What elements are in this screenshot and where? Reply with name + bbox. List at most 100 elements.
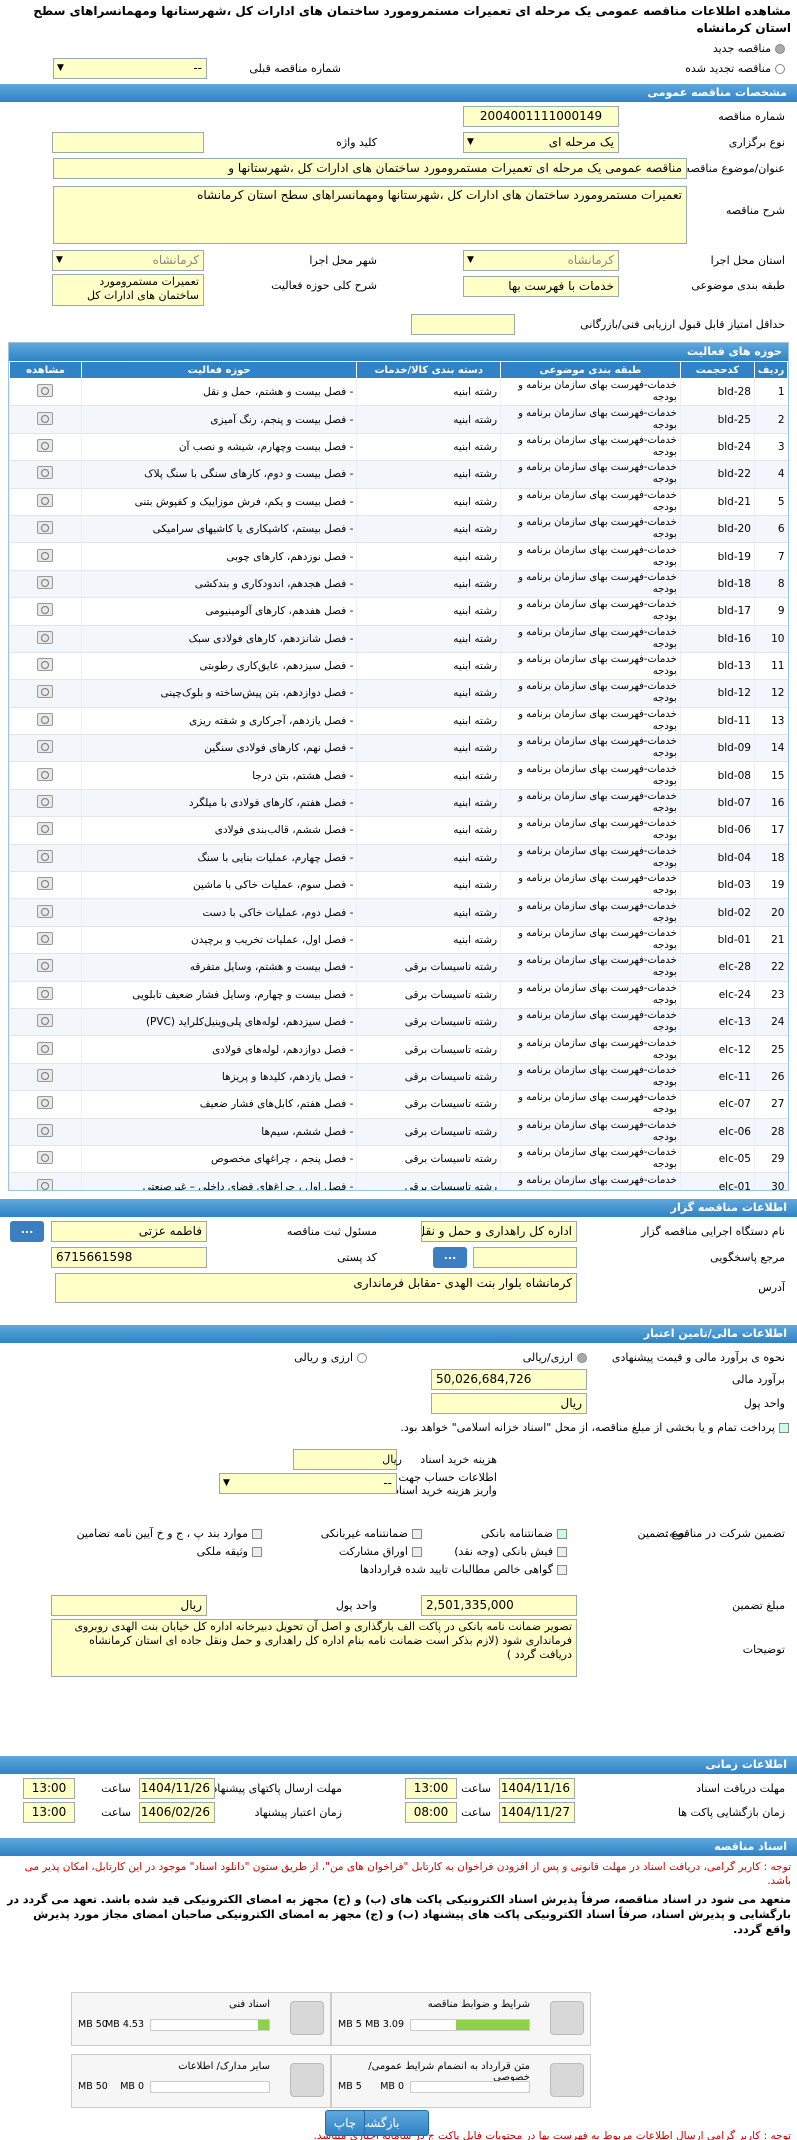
city-select[interactable]: کرمانشاه ▼ [52, 250, 204, 271]
checkbox-icon [557, 1547, 567, 1557]
magnifier-icon[interactable] [37, 767, 54, 781]
renewed-tender-option[interactable]: مناقصه تجدید شده [685, 62, 785, 75]
magnifier-icon[interactable] [37, 849, 54, 863]
magnifier-icon[interactable] [37, 1123, 54, 1137]
document-item[interactable]: اسناد فنی 50 MB 4.53 MB [71, 1992, 331, 2046]
new-tender-option[interactable]: مناقصه جدید [713, 42, 785, 55]
table-cell: - فصل یازدهم، آجرکاری و شفته ریزی [80, 707, 357, 736]
desc-field[interactable]: تعمیرات مستمرومورد ساختمان های ادارات کل… [53, 186, 687, 244]
table-cell: خدمات-فهرست بهای سازمان برنامه و بودجه [500, 953, 681, 982]
magnifier-icon[interactable] [37, 1096, 54, 1110]
magnifier-icon[interactable] [37, 822, 54, 836]
gamount-field[interactable]: 2,501,335,000 [421, 1595, 577, 1616]
province-select[interactable]: کرمانشاه ▼ [463, 250, 619, 271]
cur-field[interactable]: ریال [431, 1393, 587, 1414]
tender-number-field[interactable]: 2004001111000149 [463, 106, 619, 127]
doc-recv-time[interactable]: 13:00 [405, 1778, 457, 1799]
magnifier-icon[interactable] [37, 795, 54, 809]
document-item[interactable]: شرایط و ضوابط مناقصه 5 MB 3.09 MB [331, 1992, 591, 2046]
magnifier-icon[interactable] [37, 493, 54, 507]
send-date[interactable]: 1404/11/26 [139, 1778, 215, 1799]
subject-field[interactable]: مناقصه عمومی یک مرحله ای تعمیرات مستمروم… [53, 158, 687, 179]
g4-option[interactable]: فیش بانکی (وجه نقد) [454, 1545, 567, 1558]
gcur-field[interactable]: ریال [51, 1595, 207, 1616]
scope-field[interactable]: تعمیرات مستمرومورد ساختمان های ادارات کل [52, 274, 204, 306]
type-select[interactable]: یک مرحله ای ▼ [463, 132, 619, 153]
resp-field[interactable]: فاطمه عزتی [51, 1221, 207, 1242]
keyword-field[interactable] [52, 132, 204, 153]
ref-lookup-button[interactable]: ... [433, 1247, 467, 1268]
gamount-label: مبلغ تضمین [732, 1599, 785, 1612]
g3-option[interactable]: موارد بند پ ، ج و خ آیین نامه تضامین [77, 1527, 262, 1540]
size-progress [150, 2081, 270, 2093]
valid-date[interactable]: 1406/02/26 [139, 1802, 215, 1823]
g1-option[interactable]: ضمانتنامه بانکی [481, 1527, 567, 1540]
print-button[interactable]: چاپ [325, 2110, 365, 2136]
g2-option[interactable]: ضمانتنامه غیربانکی [321, 1527, 422, 1540]
valid-time[interactable]: 13:00 [23, 1802, 75, 1823]
table-cell: elc-01 [679, 1172, 755, 1190]
magnifier-icon[interactable] [37, 1041, 54, 1055]
magnifier-icon[interactable] [37, 466, 54, 480]
g7-label: گواهی خالص مطالبات تایید شده قراردادها [359, 1563, 553, 1576]
postal-field[interactable]: 6715661598 [51, 1247, 207, 1268]
magnifier-icon[interactable] [37, 603, 54, 617]
category-field[interactable]: خدمات با فهرست بها [463, 276, 619, 297]
magnifier-icon[interactable] [37, 685, 54, 699]
document-item[interactable]: سایر مدارک/ اطلاعات 50 MB 0 MB [71, 2054, 331, 2108]
method-option-2[interactable]: ارزی و ریالی [294, 1351, 367, 1364]
est-field[interactable]: 50,026,684,726 [431, 1369, 587, 1390]
table-cell: خدمات-فهرست بهای سازمان برنامه و بودجه [500, 652, 681, 681]
send-time[interactable]: 13:00 [23, 1778, 75, 1799]
magnifier-icon[interactable] [37, 548, 54, 562]
open-date[interactable]: 1404/11/27 [499, 1802, 575, 1823]
magnifier-icon[interactable] [37, 986, 54, 1000]
number-label: شماره مناقصه [718, 110, 785, 123]
acct-select[interactable]: -- ▼ [219, 1473, 397, 1494]
doc-recv-date[interactable]: 1404/11/16 [499, 1778, 575, 1799]
magnifier-icon[interactable] [37, 712, 54, 726]
open-time[interactable]: 08:00 [405, 1802, 457, 1823]
magnifier-icon[interactable] [37, 1014, 54, 1028]
table-row: 5 bld-21 خدمات-فهرست بهای سازمان برنامه و … [9, 488, 788, 516]
ref-field[interactable] [473, 1247, 577, 1268]
magnifier-icon[interactable] [37, 630, 54, 644]
org-field[interactable]: اداره کل راهداری و حمل و نقل جاده ای [421, 1221, 577, 1242]
magnifier-icon[interactable] [37, 658, 54, 672]
minscore-field[interactable] [411, 314, 515, 335]
prev-number-select[interactable]: -- ▼ [53, 58, 207, 79]
est-label: برآورد مالی [732, 1373, 785, 1386]
g6-option[interactable]: وثیقه ملکی [197, 1545, 262, 1558]
magnifier-icon[interactable] [37, 384, 54, 398]
table-cell: رشته ابنیه [356, 515, 501, 544]
magnifier-icon[interactable] [37, 575, 54, 589]
magnifier-icon[interactable] [37, 932, 54, 945]
magnifier-icon[interactable] [37, 1178, 54, 1190]
method-option-1[interactable]: ارزی/ریالی [523, 1351, 587, 1364]
table-cell: - فصل بیست وچهارم، شیشه و نصب آن [80, 433, 357, 462]
magnifier-icon[interactable] [37, 411, 54, 425]
g5-option[interactable]: اوراق مشارکت [339, 1545, 422, 1558]
document-item[interactable]: متن قرارداد به انضمام شرایط عمومی/خصوصی 5… [331, 2054, 591, 2108]
magnifier-icon[interactable] [37, 1068, 54, 1082]
docs-note-2: متعهد می شود در اسناد مناقصه، صرفاً پذیر… [7, 1893, 791, 1936]
view-cell [9, 1063, 82, 1092]
magnifier-icon[interactable] [37, 438, 54, 452]
table-cell: - فصل اول ، چراغ‌های فضای داخلی – غیرصنع… [80, 1172, 357, 1190]
addr-field[interactable]: کرمانشاه بلوار بنت الهدی -مقابل فرماندار… [55, 1273, 577, 1303]
magnifier-icon[interactable] [37, 1151, 54, 1165]
gdesc-field[interactable]: تصویر ضمانت نامه بانکی در پاکت الف بارگذ… [51, 1619, 577, 1677]
minscore-label: حداقل امتیاز قابل قبول ارزیابی فنی/بازرگ… [580, 318, 785, 331]
g7-option[interactable]: گواهی خالص مطالبات تایید شده قراردادها [360, 1563, 567, 1576]
magnifier-icon[interactable] [37, 904, 54, 918]
magnifier-icon[interactable] [37, 959, 54, 973]
type-label: نوع برگزاری [728, 136, 785, 149]
magnifier-icon[interactable] [37, 521, 54, 535]
resp-lookup-button[interactable]: ... [10, 1221, 44, 1242]
table-cell: 7 [754, 542, 788, 571]
checkbox-icon[interactable] [779, 1423, 789, 1433]
magnifier-icon[interactable] [37, 877, 54, 891]
magnifier-icon[interactable] [37, 740, 54, 754]
table-cell: - فصل سوم، عملیات خاکی با ماشین [80, 871, 357, 900]
table-cell: رشته ابنیه [356, 625, 501, 653]
